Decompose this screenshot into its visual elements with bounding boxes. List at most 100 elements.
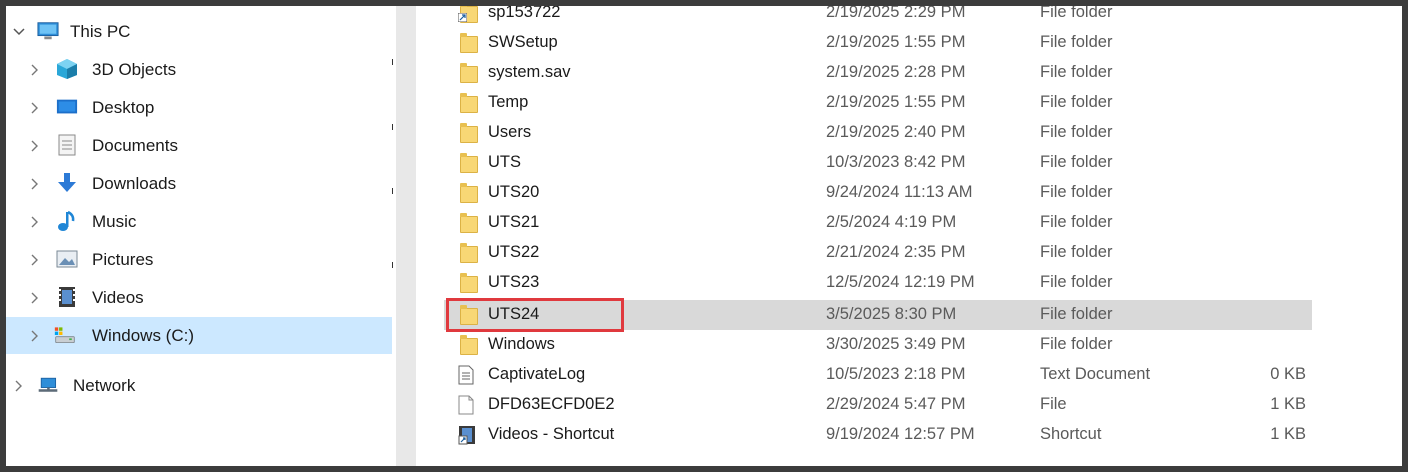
nav-label: Pictures <box>92 250 154 269</box>
folder-icon <box>458 123 478 143</box>
nav-item-windows-c[interactable]: Windows (C:) <box>6 317 392 354</box>
file-date: 2/19/2025 2:40 PM <box>826 123 966 141</box>
file-row[interactable]: UTS21 2/5/2024 4:19 PM File folder <box>444 208 1312 238</box>
video-shortcut-icon <box>458 425 478 445</box>
desktop-icon <box>56 96 78 118</box>
file-name: Windows <box>488 335 555 353</box>
file-date: 10/5/2023 2:18 PM <box>826 365 966 383</box>
splitter-marker <box>392 59 393 65</box>
text-document-icon <box>458 365 478 385</box>
nav-item-downloads[interactable]: Downloads <box>6 165 392 202</box>
nav-label: Windows (C:) <box>92 326 195 345</box>
nav-item-this-pc[interactable]: This PC <box>6 13 392 50</box>
file-date: 12/5/2024 12:19 PM <box>826 273 975 291</box>
chevron-right-icon[interactable] <box>28 253 42 267</box>
drive-icon <box>54 324 76 346</box>
chevron-right-icon[interactable] <box>28 63 42 77</box>
file-name: UTS <box>488 153 521 171</box>
documents-icon <box>56 134 78 156</box>
file-row[interactable]: Windows 3/30/2025 3:49 PM File folder <box>444 330 1312 360</box>
file-date: 9/24/2024 11:13 AM <box>826 183 973 201</box>
file-row[interactable]: Users 2/19/2025 2:40 PM File folder <box>444 118 1312 148</box>
file-row[interactable]: UTS20 9/24/2024 11:13 AM File folder <box>444 178 1312 208</box>
chevron-right-icon[interactable] <box>28 139 42 153</box>
file-type: File folder <box>1040 213 1113 231</box>
folder-icon <box>458 273 478 293</box>
file-name: UTS21 <box>488 213 540 231</box>
network-icon <box>37 374 59 396</box>
folder-icon <box>458 183 478 203</box>
file-date: 2/19/2025 2:29 PM <box>826 6 966 21</box>
nav-label: Network <box>73 376 136 395</box>
file-date: 9/19/2024 12:57 PM <box>826 425 975 443</box>
file-type: File folder <box>1040 305 1113 323</box>
folder-icon <box>458 93 478 113</box>
splitter-marker <box>392 188 393 194</box>
file-row[interactable]: UTS 10/3/2023 8:42 PM File folder <box>444 148 1312 178</box>
file-row[interactable]: sp153722 2/19/2025 2:29 PM File folder <box>444 6 1312 28</box>
nav-item-desktop[interactable]: Desktop <box>6 89 392 126</box>
file-name: system.sav <box>488 63 571 81</box>
file-type: File folder <box>1040 93 1113 111</box>
file-type: Shortcut <box>1040 425 1102 443</box>
file-row[interactable]: Videos - Shortcut 9/19/2024 12:57 PM Sho… <box>444 420 1312 450</box>
downloads-icon <box>56 172 78 194</box>
file-row[interactable]: UTS22 2/21/2024 2:35 PM File folder <box>444 238 1312 268</box>
nav-label: 3D Objects <box>92 60 177 79</box>
folder-icon <box>458 243 478 263</box>
file-name: UTS23 <box>488 273 540 291</box>
file-date: 2/19/2025 2:28 PM <box>826 63 966 81</box>
file-type: File folder <box>1040 335 1113 353</box>
file-size: 1 KB <box>1270 395 1306 413</box>
nav-item-pictures[interactable]: Pictures <box>6 241 392 278</box>
pictures-icon <box>56 248 78 270</box>
nav-item-network[interactable]: Network <box>6 367 392 404</box>
nav-item-music[interactable]: Music <box>6 203 392 240</box>
folder-icon <box>458 63 478 83</box>
nav-item-3d-objects[interactable]: 3D Objects <box>6 51 392 88</box>
file-row[interactable]: Temp 2/19/2025 1:55 PM File folder <box>444 88 1312 118</box>
chevron-right-icon[interactable] <box>28 329 42 343</box>
file-date: 10/3/2023 8:42 PM <box>826 153 966 171</box>
file-type: File folder <box>1040 33 1113 51</box>
nav-item-videos[interactable]: Videos <box>6 279 392 316</box>
nav-item-documents[interactable]: Documents <box>6 127 392 164</box>
file-date: 2/19/2025 1:55 PM <box>826 93 966 111</box>
file-row[interactable]: CaptivateLog 10/5/2023 2:18 PM Text Docu… <box>444 360 1312 390</box>
chevron-right-icon[interactable] <box>28 101 42 115</box>
file-row[interactable]: SWSetup 2/19/2025 1:55 PM File folder <box>444 28 1312 58</box>
file-name: DFD63ECFD0E2 <box>488 395 615 413</box>
file-row[interactable]: system.sav 2/19/2025 2:28 PM File folder <box>444 58 1312 88</box>
chevron-right-icon[interactable] <box>28 177 42 191</box>
chevron-down-icon[interactable] <box>12 25 26 39</box>
navigation-pane: This PC 3D Objects Desktop Documents Dow… <box>6 6 396 466</box>
file-name: Temp <box>488 93 529 111</box>
3d-objects-icon <box>56 58 78 80</box>
file-type: File folder <box>1040 123 1113 141</box>
file-date: 2/21/2024 2:35 PM <box>826 243 966 261</box>
file-name: SWSetup <box>488 33 558 51</box>
navigation-scrollbar[interactable] <box>396 6 416 466</box>
splitter-marker <box>392 124 393 130</box>
chevron-right-icon[interactable] <box>28 215 42 229</box>
file-type: File folder <box>1040 273 1113 291</box>
file-date: 2/19/2025 1:55 PM <box>826 33 966 51</box>
file-row[interactable]: UTS23 12/5/2024 12:19 PM File folder <box>444 268 1312 298</box>
chevron-right-icon[interactable] <box>12 379 26 393</box>
file-size: 1 KB <box>1270 425 1306 443</box>
file-row[interactable]: DFD63ECFD0E2 2/29/2024 5:47 PM File 1 KB <box>444 390 1312 420</box>
nav-label: Documents <box>92 136 178 155</box>
file-date: 3/30/2025 3:49 PM <box>826 335 966 353</box>
nav-label: Videos <box>92 288 144 307</box>
file-type: File folder <box>1040 153 1113 171</box>
file-type: Text Document <box>1040 365 1151 383</box>
nav-label: This PC <box>70 22 131 41</box>
folder-icon <box>458 153 478 173</box>
file-date: 3/5/2025 8:30 PM <box>826 305 957 323</box>
highlight-annotation <box>446 298 624 332</box>
videos-icon <box>56 286 78 308</box>
file-date: 2/29/2024 5:47 PM <box>826 395 966 413</box>
file-name: sp153722 <box>488 6 561 21</box>
chevron-right-icon[interactable] <box>28 291 42 305</box>
file-date: 2/5/2024 4:19 PM <box>826 213 957 231</box>
